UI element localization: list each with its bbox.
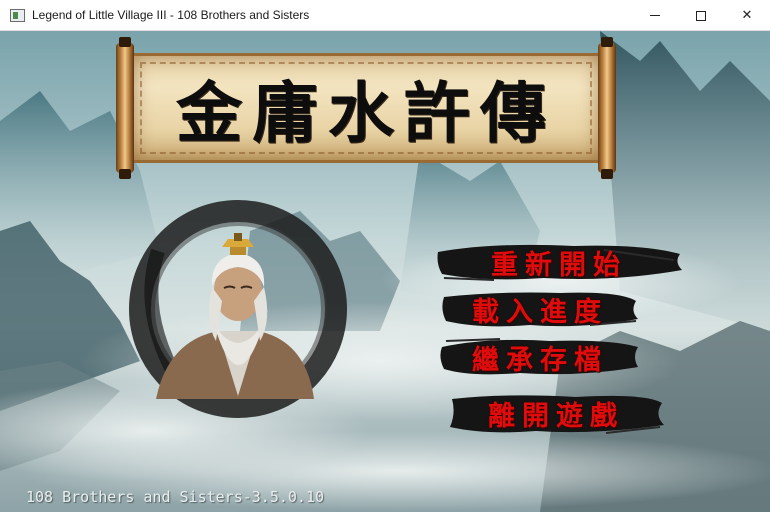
menu-inherit-save[interactable]: 繼承存檔 bbox=[440, 335, 640, 379]
menu-exit-game-label: 離開遊戲 bbox=[488, 400, 624, 432]
maximize-icon bbox=[696, 10, 706, 21]
main-menu: 重新開始 載入進度 繼承存檔 離開遊戲 bbox=[0, 31, 770, 512]
menu-exit-game[interactable]: 離開遊戲 bbox=[446, 391, 666, 435]
window-controls: ✕ bbox=[632, 0, 770, 31]
menu-load-game[interactable]: 載入進度 bbox=[440, 287, 640, 331]
version-label: 108 Brothers and Sisters-3.5.0.10 bbox=[26, 488, 325, 506]
minimize-button[interactable] bbox=[632, 0, 678, 31]
menu-new-game[interactable]: 重新開始 bbox=[434, 240, 684, 284]
window-title-bar: Legend of Little Village III - 108 Broth… bbox=[0, 0, 770, 31]
app-window-icon bbox=[10, 8, 25, 22]
menu-load-game-label: 載入進度 bbox=[472, 296, 608, 328]
game-title-screen: 金庸水許傳 重新開始 載入進度 繼承存檔 離開遊戲 108 Brothers a… bbox=[0, 31, 770, 512]
maximize-button[interactable] bbox=[678, 0, 724, 31]
menu-inherit-save-label: 繼承存檔 bbox=[472, 344, 608, 376]
menu-new-game-label: 重新開始 bbox=[491, 249, 627, 281]
close-button[interactable]: ✕ bbox=[724, 0, 770, 31]
close-icon: ✕ bbox=[741, 8, 753, 23]
minimize-icon bbox=[650, 15, 660, 16]
window-title: Legend of Little Village III - 108 Broth… bbox=[32, 8, 310, 22]
